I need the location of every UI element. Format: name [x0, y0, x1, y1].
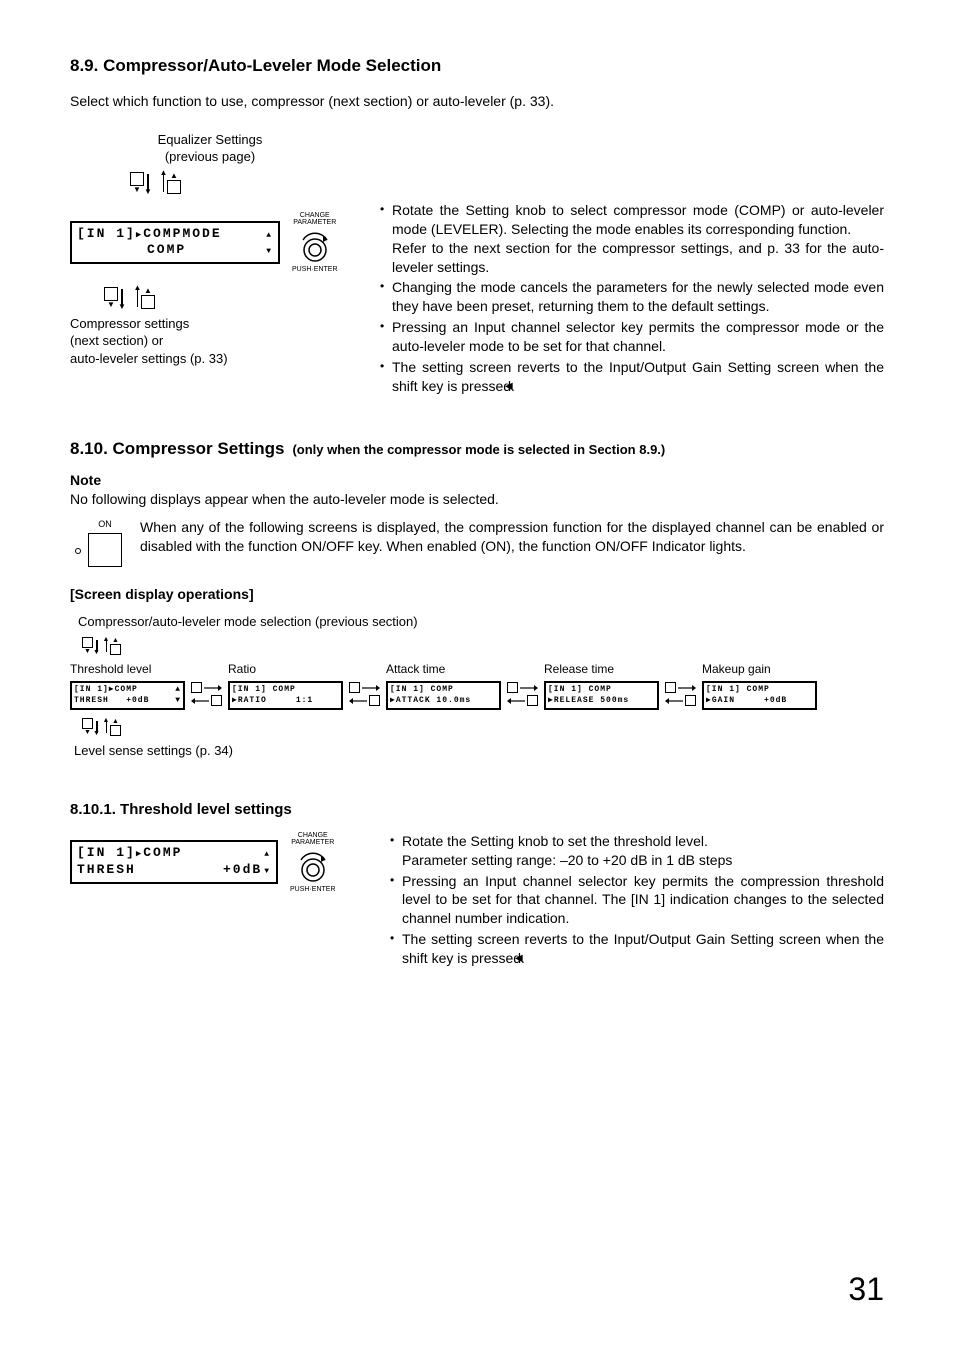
flow-arrow-icon: [665, 682, 696, 706]
flow-lcd: Attack time[IN 1] COMP▶ATTACK 10.0ms: [386, 661, 501, 710]
bullet-item: The setting screen reverts to the Input/…: [390, 930, 884, 968]
onoff-text: When any of the following screens is dis…: [140, 518, 884, 556]
up-button-icon: [141, 295, 155, 309]
nav-arrows-top: ▼ ▼ ▲ ▲: [130, 172, 350, 194]
flow-lcd: Makeup gain[IN 1] COMP▶GAIN +0dB: [702, 661, 817, 710]
nav-arrows-bottom: ▼ ▼ ▲ ▲: [104, 287, 350, 309]
note-label: Note: [70, 472, 101, 488]
flow-lcd: Ratio[IN 1] COMP▶RATIO 1:1: [228, 661, 343, 710]
page-number: 31: [848, 1268, 884, 1311]
flow-row: Threshold level[IN 1]▶COMPTHRESH +0dB Rat…: [70, 661, 884, 710]
bullet-item: Pressing an Input channel selector key p…: [380, 318, 884, 356]
heading-8-10: 8.10. Compressor Settings: [70, 438, 284, 461]
intro-8-9: Select which function to use, compressor…: [70, 92, 884, 111]
left-arrow-icon: [515, 947, 524, 966]
section-8-9: 8.9. Compressor/Auto-Leveler Mode Select…: [70, 55, 884, 398]
left-arrow-icon: [505, 375, 514, 394]
heading-8-10-1: 8.10.1. Threshold level settings: [70, 800, 884, 820]
bullet-item: Pressing an Input channel selector key p…: [390, 872, 884, 929]
flow-nav-bottom: ▼▼ ▲▲: [82, 718, 884, 736]
left-diagram-8-9: Equalizer Settings (previous page) ▼ ▼ ▲…: [70, 131, 350, 368]
eq-caption-2: (previous page): [165, 149, 255, 164]
flow-lcd: Threshold level[IN 1]▶COMPTHRESH +0dB: [70, 661, 185, 710]
flow-arrow-icon: [191, 682, 222, 706]
flow-arrow-icon: [349, 682, 380, 706]
flow-lcd: Release time[IN 1] COMP▶RELEASE 500ms: [544, 661, 659, 710]
down-button-icon: [104, 287, 118, 301]
down-button-icon: [130, 172, 144, 186]
level-sense-label: Level sense settings (p. 34): [74, 742, 884, 760]
flow-nav-top: ▼▼ ▲▲: [82, 637, 884, 655]
heading-8-9: 8.9. Compressor/Auto-Leveler Mode Select…: [70, 55, 884, 78]
lcd-compmode: [IN 1]COMPMODE COMP: [70, 221, 280, 265]
lcd-threshold: [IN 1]COMP THRESH+0dB: [70, 840, 278, 884]
bullet-item: Changing the mode cancels the parameters…: [380, 278, 884, 316]
screen-ops-heading: [Screen display operations]: [70, 585, 884, 604]
up-button-icon: [167, 180, 181, 194]
note-text: No following displays appear when the au…: [70, 491, 499, 507]
section-8-10-1: 8.10.1. Threshold level settings [IN 1]C…: [70, 800, 884, 970]
comp-caption-3: auto-leveler settings (p. 33): [70, 351, 228, 366]
section-8-10: 8.10. Compressor Settings (only when the…: [70, 438, 884, 760]
flow-arrow-icon: [507, 682, 538, 706]
prev-section-label: Compressor/auto-leveler mode selection (…: [78, 613, 884, 631]
bullets-8-9: Rotate the Setting knob to select compre…: [380, 201, 884, 396]
bullets-8-10-1: Rotate the Setting knob to set the thres…: [390, 832, 884, 968]
knob-icon: CHANGE PARAMETER PUSH·ENTER: [292, 212, 338, 273]
bullet-item: Rotate the Setting knob to set the thres…: [390, 832, 884, 870]
bullet-item: The setting screen reverts to the Input/…: [380, 358, 884, 396]
eq-caption-1: Equalizer Settings: [158, 132, 263, 147]
bullet-item: Rotate the Setting knob to select compre…: [380, 201, 884, 277]
knob-icon: CHANGE PARAMETER PUSH·ENTER: [290, 832, 336, 893]
qualifier-8-10: (only when the compressor mode is select…: [292, 441, 665, 459]
comp-caption-2: (next section) or: [70, 333, 163, 348]
onoff-indicator-icon: ON: [88, 518, 122, 566]
comp-caption-1: Compressor settings: [70, 316, 189, 331]
